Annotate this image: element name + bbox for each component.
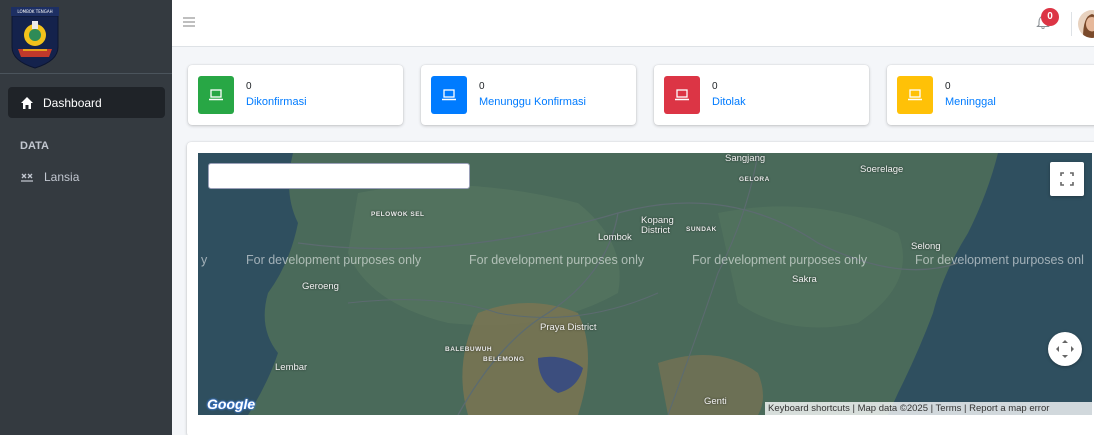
dev-watermark: For development purposes only [692, 253, 868, 267]
google-logo: Google [207, 396, 255, 412]
stat-label[interactable]: Meninggal [945, 96, 996, 108]
header-divider [1071, 12, 1072, 36]
map-place-label: Sangjang [725, 153, 766, 164]
logo-text: LOMBOK TENGAH [11, 7, 59, 16]
stat-card-menunggu-konfirmasi: 0 Menunggu Konfirmasi [421, 65, 636, 125]
sidebar-item-dashboard[interactable]: Dashboard [8, 87, 165, 118]
users-icon [20, 170, 34, 184]
dev-watermark: y [201, 253, 208, 267]
sidebar-item-lansia[interactable]: Lansia [20, 170, 79, 184]
pan-arrows-icon [1056, 340, 1074, 358]
stat-card-meninggal: 0 Meninggal [887, 65, 1094, 125]
sidebar-section-header: DATA [20, 140, 49, 152]
sidebar: LOMBOK TENGAH Dashboard DATA Lansia [0, 0, 172, 435]
notification-badge: 0 [1041, 8, 1059, 26]
map-place-label: Soerelage [860, 164, 904, 175]
map-place-label: Lombok [598, 232, 632, 243]
google-map[interactable]: y For development purposes only For deve… [198, 153, 1092, 415]
home-icon [20, 96, 34, 110]
user-avatar[interactable] [1078, 10, 1094, 38]
stat-count: 0 [945, 81, 951, 92]
pan-control-button[interactable] [1048, 332, 1082, 366]
lombok-tengah-logo: LOMBOK TENGAH [11, 7, 59, 69]
map-place-label: BELEMONG [483, 356, 525, 363]
google-logo-text: Google [207, 396, 256, 412]
laptop-icon [431, 76, 467, 114]
hamburger-icon[interactable] [182, 15, 196, 29]
laptop-icon [198, 76, 234, 114]
map-place-label: Geroeng [302, 281, 339, 292]
stat-label[interactable]: Dikonfirmasi [246, 96, 307, 108]
map-place-label: Genti [704, 396, 727, 407]
fullscreen-button[interactable] [1050, 162, 1084, 196]
stat-card-ditolak: 0 Ditolak [654, 65, 869, 125]
laptop-icon [664, 76, 700, 114]
map-attribution[interactable]: Keyboard shortcuts | Map data ©2025 | Te… [765, 402, 1092, 415]
brand[interactable]: LOMBOK TENGAH [0, 0, 172, 74]
map-place-label: BALEBUWUH [445, 346, 493, 353]
app: LOMBOK TENGAH Dashboard DATA Lansia 0 0 … [0, 0, 1094, 435]
dev-watermark: For development purposes onl [915, 253, 1084, 267]
sidebar-item-label: Lansia [44, 170, 80, 184]
map-place-label: Sakra [792, 274, 817, 285]
map-place-label: SUNDAK [686, 226, 717, 233]
stat-count: 0 [246, 81, 252, 92]
fullscreen-icon [1060, 172, 1074, 186]
top-navbar: 0 [172, 0, 1094, 47]
stat-label[interactable]: Menunggu Konfirmasi [479, 96, 586, 108]
map-place-label: Selong [911, 241, 941, 252]
map-place-label: Lembar [275, 362, 308, 373]
map-search-input[interactable] [208, 163, 470, 189]
map-place-label: GELORA [739, 176, 770, 183]
map-place-label: Praya District [540, 322, 597, 333]
laptop-icon [897, 76, 933, 114]
stat-count: 0 [712, 81, 718, 92]
map-place-label: PELOWOK SEL [371, 211, 425, 218]
dev-watermark: For development purposes only [246, 253, 422, 267]
map-place-label: District [641, 225, 671, 236]
stat-card-dikonfirmasi: 0 Dikonfirmasi [188, 65, 403, 125]
sidebar-item-label: Dashboard [43, 95, 102, 110]
stat-label[interactable]: Ditolak [712, 96, 746, 108]
stat-count: 0 [479, 81, 485, 92]
dev-watermark: For development purposes only [469, 253, 645, 267]
